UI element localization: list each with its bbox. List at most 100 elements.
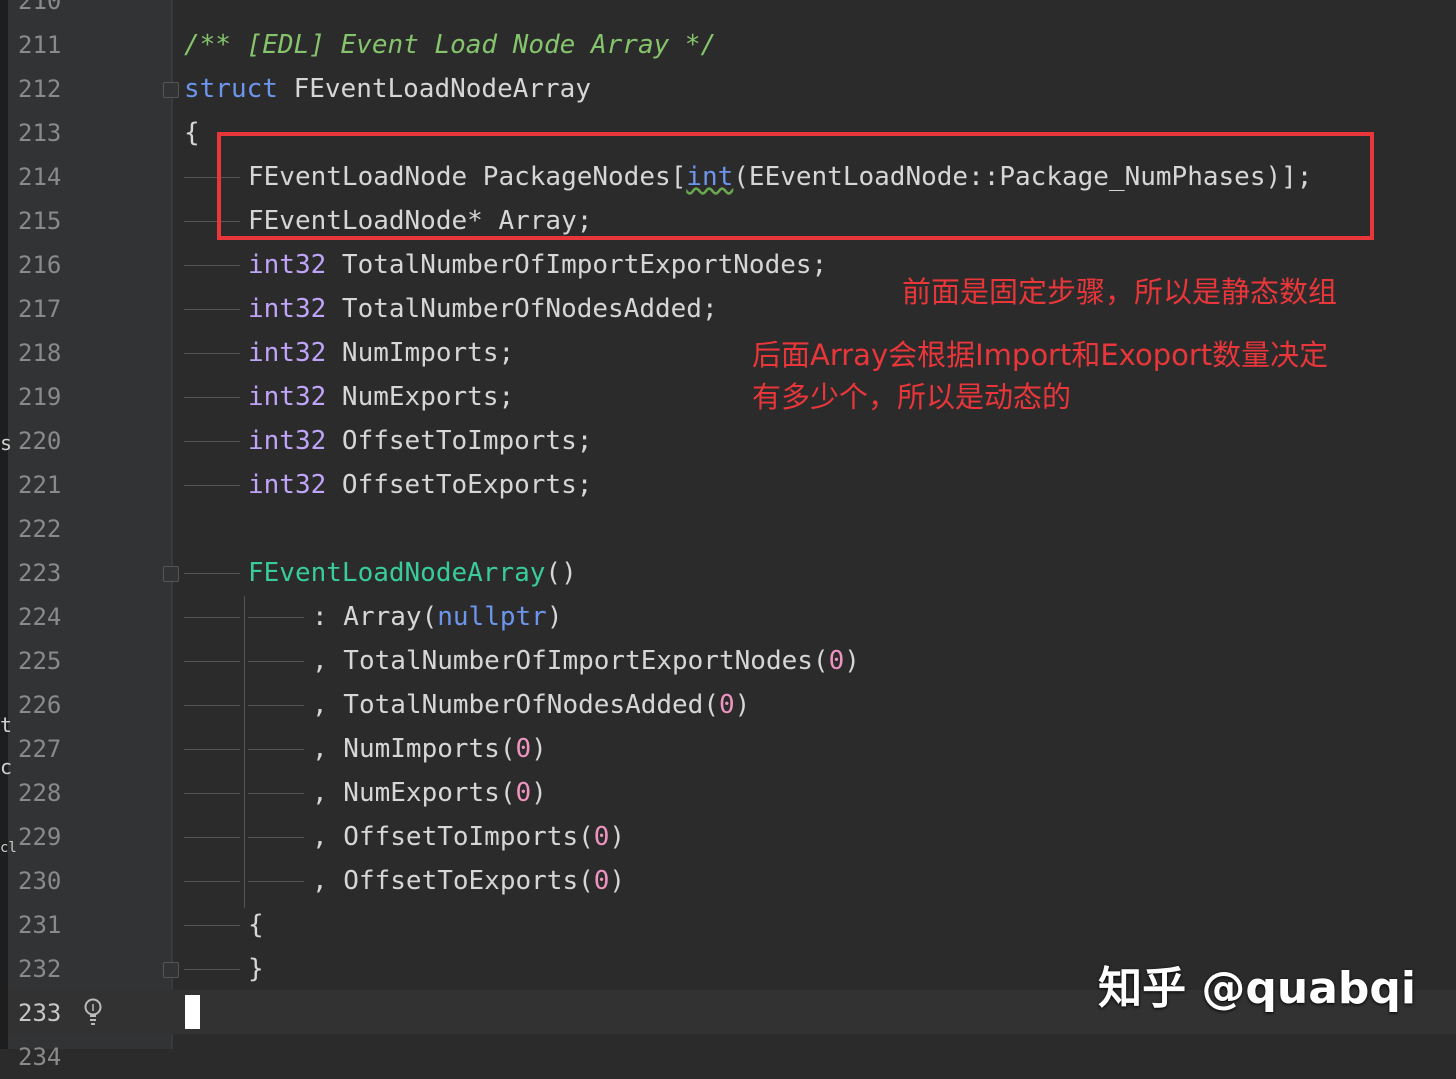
watermark: 知乎 @quabqi [1098, 963, 1416, 1014]
line-number: 229 [18, 823, 62, 851]
line-number: 230 [18, 867, 62, 895]
code-line-223: FEventLoadNodeArray() [184, 551, 577, 595]
code-text: TotalNumberOfImportExportNodes; [326, 250, 828, 280]
code-line-211: /** [EDL] Event Load Node Array */ [184, 23, 716, 67]
code-text: ) [609, 866, 626, 896]
code-type: int32 [248, 426, 327, 456]
line-number: 232 [18, 955, 62, 983]
code-line-226: , TotalNumberOfNodesAdded(0) [184, 683, 750, 727]
fold-toggle-icon[interactable] [163, 962, 179, 978]
line-number: 213 [18, 119, 62, 147]
line-number: 218 [18, 339, 62, 367]
line-number: 214 [18, 163, 62, 191]
code-line-220: int32 OffsetToImports; [184, 419, 592, 463]
code-number: 0 [828, 646, 845, 676]
code-identifier: FEventLoadNodeArray [293, 74, 591, 104]
indent-guide [184, 397, 240, 398]
indent-guide [184, 485, 240, 486]
code-line-218: int32 NumImports; [184, 331, 514, 375]
line-number: 219 [18, 383, 62, 411]
code-keyword: struct [184, 74, 278, 104]
code-number: 0 [593, 866, 610, 896]
code-number: 0 [515, 778, 532, 808]
code-text: TotalNumberOfNodesAdded; [326, 294, 718, 324]
clipped-text: c [0, 755, 13, 779]
code-text: : Array( [312, 602, 438, 632]
indent-guide [184, 969, 240, 970]
code-text: , OffsetToExports( [312, 866, 594, 896]
code-text: ) [609, 822, 626, 852]
line-number: 231 [18, 911, 62, 939]
indent-guide [184, 705, 240, 706]
line-number: 225 [18, 647, 62, 675]
code-text: NumExports; [326, 382, 515, 412]
code-text: ) [531, 734, 547, 764]
code-text: ) [546, 602, 563, 632]
line-number: 220 [18, 427, 62, 455]
code-number: 0 [593, 822, 610, 852]
line-number: 216 [18, 251, 62, 279]
line-number: 223 [18, 559, 62, 587]
annotation-note: 后面Array会根据Import和Exoport数量决定 [752, 338, 1329, 372]
indent-guide [184, 265, 240, 266]
line-number: 226 [18, 691, 62, 719]
code-text: , TotalNumberOfNodesAdded( [312, 690, 719, 720]
line-number: 215 [18, 207, 62, 235]
indent-guide [248, 837, 304, 838]
code-text: , NumImports( [312, 734, 516, 764]
line-number: 234 [18, 1043, 62, 1071]
code-line-227: , NumImports(0) [184, 727, 547, 771]
indent-guide [184, 573, 240, 574]
code-line-212: struct FEventLoadNodeArray [184, 67, 591, 111]
code-type: int32 [248, 382, 327, 412]
indent-guide [184, 441, 240, 442]
line-number: 227 [18, 735, 62, 763]
line-number: 211 [18, 31, 62, 59]
line-number: 228 [18, 779, 62, 807]
code-text: OffsetToImports; [326, 426, 593, 456]
lightbulb-icon[interactable] [82, 996, 104, 1028]
line-number: 221 [18, 471, 62, 499]
code-keyword: nullptr [437, 602, 547, 632]
indent-guide [184, 881, 240, 882]
fold-toggle-icon[interactable] [163, 566, 179, 582]
code-line-213: { [184, 111, 200, 155]
fold-toggle-icon[interactable] [163, 82, 179, 98]
code-line-217: int32 TotalNumberOfNodesAdded; [184, 287, 718, 331]
code-text: () [545, 558, 577, 588]
line-number: 224 [18, 603, 62, 631]
code-type: int32 [248, 470, 327, 500]
indent-guide [184, 793, 240, 794]
code-number: 0 [719, 690, 735, 720]
code-text: , TotalNumberOfImportExportNodes( [312, 646, 829, 676]
code-text: , NumExports( [312, 778, 516, 808]
highlight-box [217, 132, 1374, 240]
code-brace: { [248, 910, 264, 940]
left-panel-edge [0, 0, 8, 1049]
indent-guide [248, 749, 304, 750]
code-line-228: , NumExports(0) [184, 771, 547, 815]
indent-guide [184, 925, 240, 926]
code-type: int32 [248, 250, 327, 280]
code-line-232: } [184, 947, 264, 991]
indent-guide [248, 793, 304, 794]
indent-guide [184, 749, 240, 750]
indent-guide [184, 617, 240, 618]
code-line-219: int32 NumExports; [184, 375, 514, 419]
code-text: , OffsetToImports( [312, 822, 594, 852]
line-number: 217 [18, 295, 62, 323]
clipped-text: cl [0, 840, 17, 856]
line-number: 222 [18, 515, 62, 543]
code-text: ) [531, 778, 547, 808]
code-line-229: , OffsetToImports(0) [184, 815, 625, 859]
clipped-text: t [0, 713, 13, 737]
text-caret [185, 995, 200, 1029]
code-text: OffsetToExports; [326, 470, 593, 500]
indent-guide [248, 661, 304, 662]
code-text: NumImports; [326, 338, 515, 368]
indent-guide [248, 881, 304, 882]
indent-guide [184, 353, 240, 354]
code-function: FEventLoadNodeArray [248, 558, 546, 588]
annotation-note: 有多少个，所以是动态的 [752, 380, 1072, 414]
line-number: 212 [18, 75, 62, 103]
